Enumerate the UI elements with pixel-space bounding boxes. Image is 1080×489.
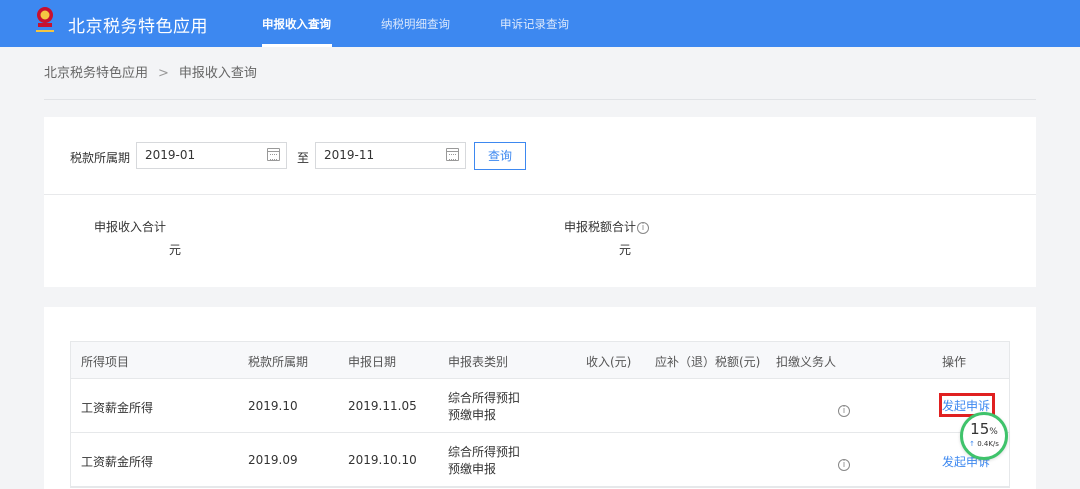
category-line-2: 预缴申报 <box>448 462 497 476</box>
withholder-info-wrap: i <box>837 403 850 417</box>
panel-divider <box>44 194 1036 195</box>
breadcrumb-root[interactable]: 北京税务特色应用 <box>44 66 148 81</box>
query-panel: 税款所属期 2019-01 至 2019-11 查询 申报收入合计 元 申报税额… <box>44 117 1036 287</box>
col-header-item: 所得项目 <box>81 355 130 369</box>
info-icon[interactable]: i <box>838 458 850 471</box>
col-header-action: 操作 <box>942 355 967 369</box>
income-table: 所得项目 税款所属期 申报日期 申报表类别 收入(元) 应补（退）税额(元) 扣… <box>70 341 1010 488</box>
tax-total-label-wrap: 申报税额合计 i <box>564 218 650 235</box>
app-title[interactable]: 北京税务特色应用 <box>68 12 208 37</box>
tax-total-unit: 元 <box>619 243 632 257</box>
start-date-value: 2019-01 <box>145 148 196 162</box>
info-icon[interactable]: i <box>838 404 850 417</box>
table-row: 工资薪金所得 2019.10 2019.11.05 综合所得预扣 预缴申报 i 发… <box>71 379 1009 433</box>
col-header-category: 申报表类别 <box>448 355 509 369</box>
info-icon[interactable]: i <box>637 221 650 234</box>
active-nav-indicator <box>262 44 332 47</box>
calendar-icon[interactable] <box>446 148 459 161</box>
category-line-1: 综合所得预扣 <box>448 391 521 405</box>
nav-appeal-record-query[interactable]: 申诉记录查询 <box>500 16 569 32</box>
speed-percent-value: 15 <box>970 420 990 438</box>
col-header-income: 收入(元) <box>586 355 632 369</box>
income-total-label: 申报收入合计 <box>94 220 167 234</box>
speed-rate: ↑ 0.4K/s <box>963 440 1005 448</box>
cell-date: 2019.10.10 <box>348 453 417 467</box>
col-header-date: 申报日期 <box>348 355 397 369</box>
cell-category: 综合所得预扣 预缴申报 <box>448 444 520 478</box>
cell-category: 综合所得预扣 预缴申报 <box>448 390 520 424</box>
cell-item: 工资薪金所得 <box>81 401 154 415</box>
cell-period: 2019.09 <box>248 453 298 467</box>
income-total-unit: 元 <box>169 243 182 257</box>
breadcrumb-divider <box>44 99 1036 100</box>
category-line-1: 综合所得预扣 <box>448 445 521 459</box>
upload-arrow-icon: ↑ <box>969 440 975 448</box>
tax-emblem-icon <box>36 7 54 32</box>
end-date-input[interactable]: 2019-11 <box>315 142 466 169</box>
speed-percent-sign: % <box>989 427 998 437</box>
cell-item: 工资薪金所得 <box>81 455 154 469</box>
cell-period: 2019.10 <box>248 399 298 413</box>
col-header-period: 税款所属期 <box>248 355 309 369</box>
table-row: 工资薪金所得 2019.09 2019.10.10 综合所得预扣 预缴申报 i 发… <box>71 433 1009 487</box>
col-header-tax: 应补（退）税额(元) <box>655 355 761 369</box>
results-panel: 所得项目 税款所属期 申报日期 申报表类别 收入(元) 应补（退）税额(元) 扣… <box>44 307 1036 489</box>
speed-percent: 15% <box>963 421 1005 440</box>
start-date-input[interactable]: 2019-01 <box>136 142 287 169</box>
category-line-2: 预缴申报 <box>448 408 497 422</box>
top-navigation-bar: 北京税务特色应用 申报收入查询 纳税明细查询 申诉记录查询 <box>0 0 1080 47</box>
withholder-info-wrap: i <box>837 457 850 471</box>
cell-date: 2019.11.05 <box>348 399 417 413</box>
end-date-value: 2019-11 <box>324 148 375 162</box>
to-label: 至 <box>297 151 310 165</box>
speed-rate-value: 0.4K/s <box>977 440 999 448</box>
breadcrumb-current: 申报收入查询 <box>178 66 257 81</box>
nav-income-query[interactable]: 申报收入查询 <box>262 16 331 32</box>
network-speed-widget[interactable]: 15% ↑ 0.4K/s <box>960 412 1008 460</box>
nav-tax-detail-query[interactable]: 纳税明细查询 <box>381 16 450 32</box>
calendar-icon[interactable] <box>267 148 280 161</box>
breadcrumb-separator-icon: > <box>158 66 169 81</box>
col-header-withholder: 扣缴义务人 <box>776 355 837 369</box>
search-button[interactable]: 查询 <box>474 142 526 170</box>
table-header-row: 所得项目 税款所属期 申报日期 申报表类别 收入(元) 应补（退）税额(元) 扣… <box>71 342 1009 379</box>
period-label: 税款所属期 <box>70 151 131 165</box>
breadcrumb: 北京税务特色应用 > 申报收入查询 <box>44 62 257 81</box>
tax-total-label: 申报税额合计 <box>564 220 637 234</box>
